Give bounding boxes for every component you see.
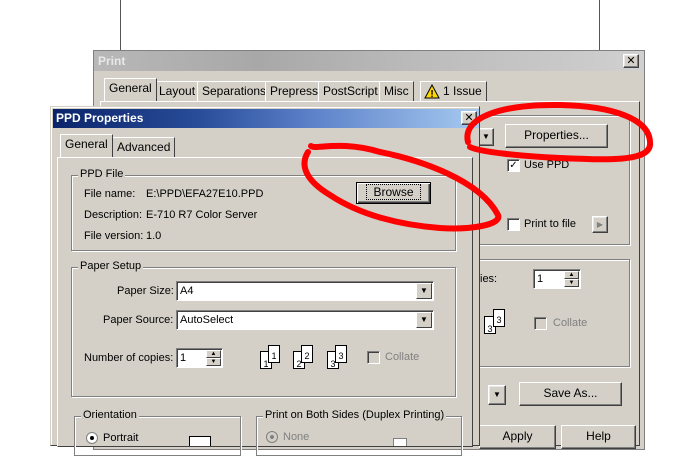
tab-general[interactable]: General: [104, 78, 157, 101]
annotation-circle-browse: [301, 142, 502, 232]
ppd-tab-general[interactable]: General: [60, 134, 113, 157]
annotation-circle-properties: [464, 101, 653, 163]
annotation-overlay: [301, 101, 653, 232]
